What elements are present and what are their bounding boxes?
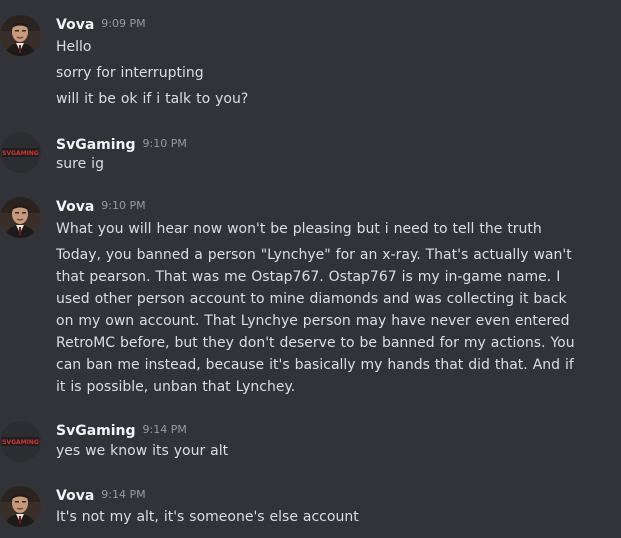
- username[interactable]: Vova: [56, 197, 94, 217]
- timestamp[interactable]: 9:14 PM: [101, 485, 145, 505]
- message-header: Vova 9:10 PM: [56, 196, 146, 216]
- message-header: SvGaming 9:10 PM: [56, 134, 187, 154]
- chat-message-list: Vova 9:09 PM Hello sorry for interrupting…: [0, 0, 621, 538]
- message-text: sure ig: [56, 156, 104, 172]
- timestamp[interactable]: 9:10 PM: [101, 196, 145, 216]
- svg-text:SVGAMING: SVGAMING: [2, 439, 39, 446]
- username[interactable]: Vova: [56, 486, 94, 506]
- svg-text:SVGAMING: SVGAMING: [2, 150, 39, 157]
- message-header: Vova 9:09 PM: [56, 14, 146, 34]
- timestamp[interactable]: 9:09 PM: [101, 14, 145, 34]
- timestamp[interactable]: 9:10 PM: [143, 134, 187, 154]
- timestamp[interactable]: 9:14 PM: [143, 420, 187, 440]
- svgaming-logo-icon[interactable]: SVGAMING: [0, 421, 41, 462]
- message-text: What you will hear now won't be pleasing…: [56, 221, 542, 237]
- message-header: SvGaming 9:14 PM: [56, 420, 187, 440]
- vova-avatar-icon[interactable]: [0, 486, 41, 527]
- username[interactable]: SvGaming: [56, 421, 136, 441]
- message-header: Vova 9:14 PM: [56, 485, 146, 505]
- username[interactable]: Vova: [56, 15, 94, 35]
- message-text: yes we know its your alt: [56, 443, 229, 459]
- vova-avatar-icon[interactable]: [0, 15, 41, 56]
- message-text: will it be ok if i talk to you?: [56, 91, 249, 107]
- message-text: Today, you banned a person "Lynchye" for…: [56, 247, 575, 395]
- message-text: sorry for interrupting: [56, 65, 204, 81]
- svgaming-logo-icon[interactable]: SVGAMING: [0, 132, 41, 173]
- username[interactable]: SvGaming: [56, 135, 136, 155]
- message-text: Hello: [56, 39, 92, 55]
- message-text: It's not my alt, it's someone's else acc…: [56, 509, 359, 525]
- vova-avatar-icon[interactable]: [0, 197, 41, 238]
